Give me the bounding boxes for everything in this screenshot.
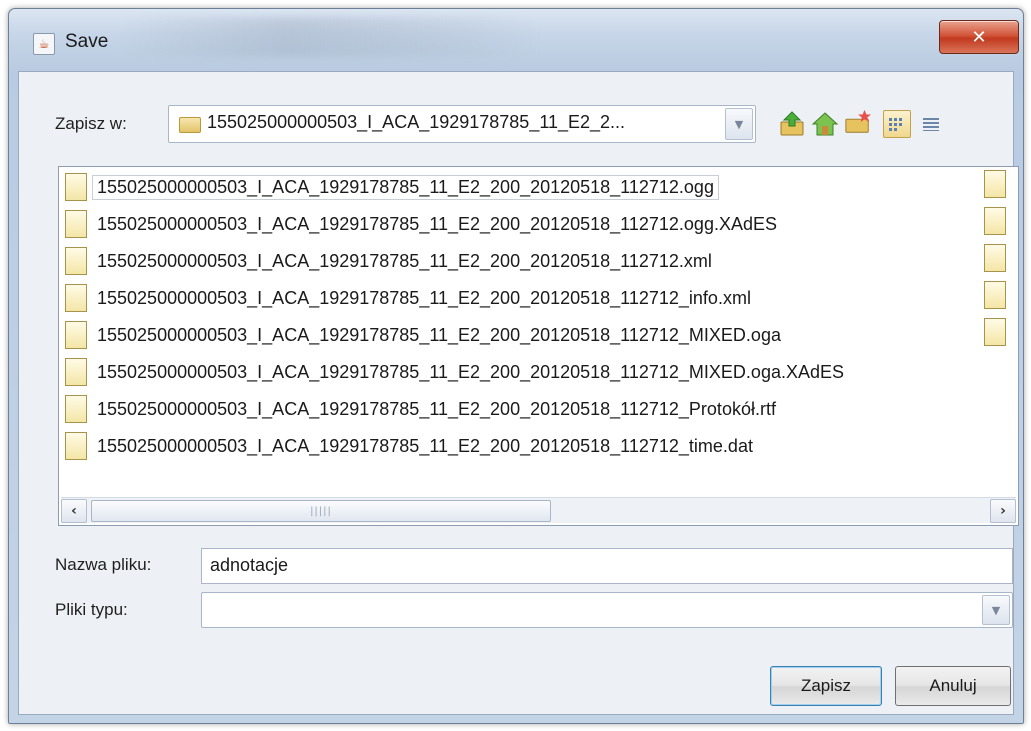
file-item[interactable]: 155025000000503_I_ACA_1929178785_11_E2_2…: [65, 392, 776, 426]
file-icon: [65, 321, 87, 349]
save-in-label: Zapisz w:: [55, 114, 127, 133]
file-icon[interactable]: [984, 170, 1008, 204]
file-name: 155025000000503_I_ACA_1929178785_11_E2_2…: [97, 250, 712, 271]
file-icon[interactable]: [984, 207, 1008, 241]
file-item[interactable]: 155025000000503_I_ACA_1929178785_11_E2_2…: [65, 244, 712, 278]
dialog-body: Zapisz w: 155025000000503_I_ACA_19291787…: [18, 71, 1019, 715]
title-bar[interactable]: ☕ Save ✕: [9, 9, 1023, 71]
file-name: 155025000000503_I_ACA_1929178785_11_E2_2…: [97, 361, 844, 382]
filename-field[interactable]: adnotacje: [201, 548, 1013, 584]
home-icon[interactable]: [811, 110, 839, 138]
scroll-right-icon[interactable]: ›: [990, 499, 1016, 523]
java-app-icon: ☕: [33, 33, 55, 55]
filetype-label: Pliki typu:: [55, 600, 128, 619]
file-item[interactable]: 155025000000503_I_ACA_1929178785_11_E2_2…: [65, 170, 719, 204]
title-bar-blur: [119, 17, 539, 57]
window-title: Save: [65, 31, 109, 52]
up-folder-icon[interactable]: [779, 110, 807, 138]
file-item[interactable]: 155025000000503_I_ACA_1929178785_11_E2_2…: [65, 318, 781, 352]
save-dialog: ☕ Save ✕ Zapisz w: 155025000000503_I_ACA…: [8, 8, 1024, 724]
file-name: 155025000000503_I_ACA_1929178785_11_E2_2…: [97, 213, 777, 234]
file-icon: [65, 173, 87, 201]
file-icon: [65, 432, 87, 460]
file-icon: [65, 284, 87, 312]
close-icon: ✕: [971, 26, 987, 48]
file-icon: [65, 395, 87, 423]
file-name: 155025000000503_I_ACA_1929178785_11_E2_2…: [97, 324, 781, 345]
close-button[interactable]: ✕: [939, 20, 1019, 54]
file-icon: [65, 210, 87, 238]
chevron-down-icon[interactable]: ▼: [982, 595, 1010, 625]
current-folder: 155025000000503_I_ACA_1929178785_11_E2_2…: [207, 112, 626, 132]
file-item[interactable]: 155025000000503_I_ACA_1929178785_11_E2_2…: [65, 281, 751, 315]
file-item[interactable]: 155025000000503_I_ACA_1929178785_11_E2_2…: [65, 207, 777, 241]
horizontal-scrollbar[interactable]: ‹ ||||| ›: [61, 497, 1016, 523]
file-icon: [65, 358, 87, 386]
file-icon: [65, 247, 87, 275]
details-view-icon[interactable]: [917, 110, 945, 138]
chevron-down-icon[interactable]: ▼: [725, 108, 753, 140]
file-name: 155025000000503_I_ACA_1929178785_11_E2_2…: [97, 287, 751, 308]
file-icon[interactable]: [984, 244, 1008, 278]
save-in-combo[interactable]: 155025000000503_I_ACA_1929178785_11_E2_2…: [168, 105, 756, 143]
save-button[interactable]: Zapisz: [770, 666, 882, 706]
file-name: 155025000000503_I_ACA_1929178785_11_E2_2…: [97, 435, 753, 456]
list-view-icon[interactable]: [883, 110, 911, 138]
new-folder-icon[interactable]: [844, 108, 872, 136]
file-item[interactable]: 155025000000503_I_ACA_1929178785_11_E2_2…: [65, 429, 753, 463]
file-name: 155025000000503_I_ACA_1929178785_11_E2_2…: [97, 398, 776, 419]
filename-label: Nazwa pliku:: [55, 555, 152, 574]
folder-icon: [179, 117, 201, 133]
scroll-left-icon[interactable]: ‹: [61, 499, 87, 523]
file-list[interactable]: 155025000000503_I_ACA_1929178785_11_E2_2…: [58, 166, 1019, 526]
scrollbar-thumb[interactable]: |||||: [91, 500, 551, 522]
file-name: 155025000000503_I_ACA_1929178785_11_E2_2…: [92, 174, 719, 200]
file-icon[interactable]: [984, 318, 1008, 352]
file-icon[interactable]: [984, 281, 1008, 315]
filetype-combo[interactable]: ▼: [201, 592, 1013, 628]
file-item[interactable]: 155025000000503_I_ACA_1929178785_11_E2_2…: [65, 355, 844, 389]
cancel-button[interactable]: Anuluj: [895, 666, 1011, 706]
